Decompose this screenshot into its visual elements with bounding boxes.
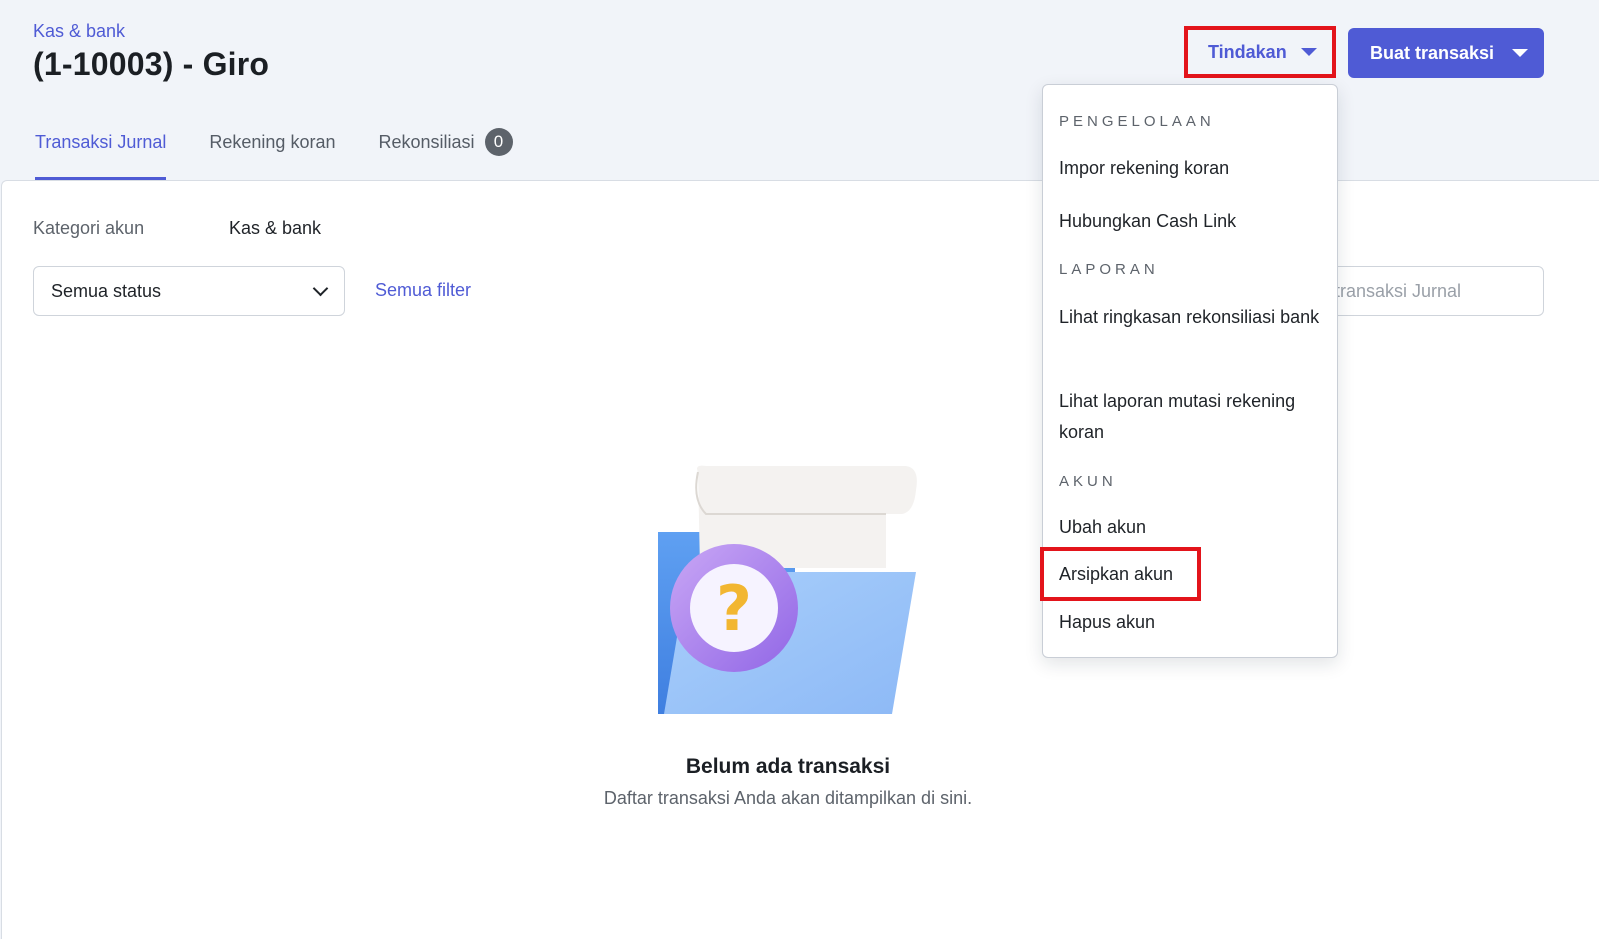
actions-label: Tindakan [1208, 41, 1287, 62]
page: Kas & bank (1-10003) - Giro Tindakan Bua… [0, 0, 1599, 939]
empty-state-title: Belum ada transaksi [685, 755, 891, 778]
menu-item-statement-mutation-report[interactable]: Lihat laporan mutasi rekening koran [1059, 386, 1329, 448]
tab-journal-transactions[interactable]: Transaksi Jurnal [35, 118, 167, 180]
all-filters-link[interactable]: Semua filter [375, 280, 471, 301]
actions-dropdown-menu: PENGELOLAAN Impor rekening koran Hubungk… [1042, 84, 1338, 658]
tabs: Transaksi Jurnal Rekening koran Rekonsil… [35, 118, 513, 180]
menu-item-delete-account[interactable]: Hapus akun [1059, 607, 1329, 638]
caret-down-icon [1300, 48, 1317, 56]
caret-down-icon [1512, 49, 1529, 57]
tab-label: Rekening koran [209, 132, 336, 152]
menu-item-connect-cash-link[interactable]: Hubungkan Cash Link [1059, 206, 1329, 237]
tab-reconciliation[interactable]: Rekonsiliasi 0 [378, 118, 513, 180]
menu-item-reconciliation-summary[interactable]: Lihat ringkasan rekonsiliasi bank [1059, 302, 1329, 333]
status-select[interactable]: Semua status [33, 266, 345, 316]
count-badge: 0 [484, 128, 513, 156]
folder-question-icon: ? [658, 465, 917, 714]
menu-section-reports: LAPORAN [1059, 261, 1159, 278]
menu-section-management: PENGELOLAAN [1059, 113, 1215, 130]
category-value: Kas & bank [229, 218, 322, 238]
menu-item-archive-account[interactable]: Arsipkan akun [1059, 559, 1329, 590]
actions-dropdown-button[interactable]: Tindakan [1190, 28, 1333, 76]
tab-bank-statement[interactable]: Rekening koran [209, 118, 335, 180]
tab-label: Transaksi Jurnal [35, 132, 167, 152]
category-label: Kategori akun [33, 218, 145, 238]
svg-text:?: ? [716, 572, 752, 645]
menu-item-import-statement[interactable]: Impor rekening koran [1059, 153, 1329, 184]
status-value: Semua status [51, 280, 162, 301]
menu-item-edit-account[interactable]: Ubah akun [1059, 512, 1329, 543]
menu-section-account: AKUN [1059, 473, 1117, 490]
chevron-down-icon [312, 280, 329, 296]
create-transaction-button[interactable]: Buat transaksi [1348, 28, 1544, 78]
empty-state-subtitle: Daftar transaksi Anda akan ditampilkan d… [603, 788, 973, 808]
tab-label: Rekonsiliasi [378, 132, 475, 152]
create-label: Buat transaksi [1370, 42, 1495, 63]
breadcrumb[interactable]: Kas & bank [33, 21, 125, 42]
page-title: (1-10003) - Giro [33, 46, 270, 82]
